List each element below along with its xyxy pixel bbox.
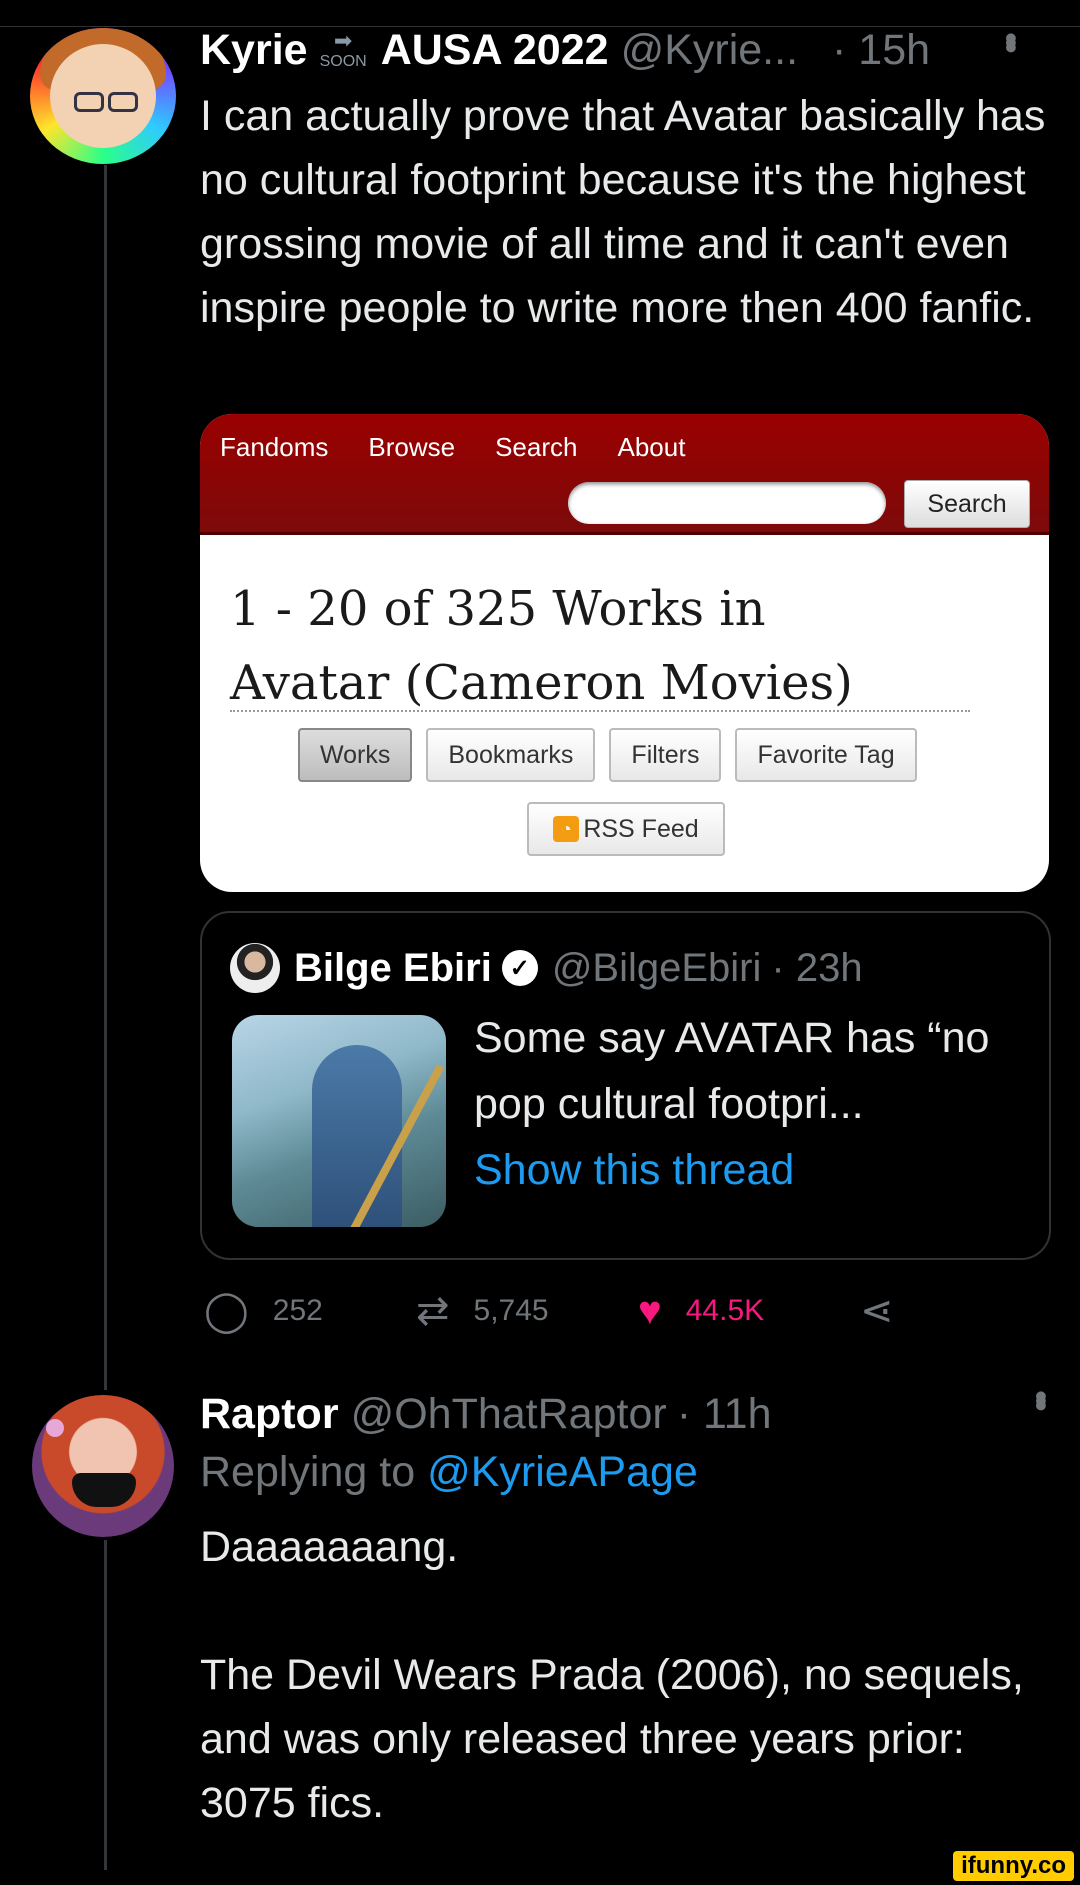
- avatar-flower: [46, 1419, 64, 1437]
- thread-connector-line: [104, 165, 107, 1390]
- heart-icon: ♥: [638, 1288, 662, 1333]
- reply-author-name[interactable]: Raptor: [200, 1390, 339, 1439]
- like-count: 44.5K: [685, 1294, 765, 1327]
- tweet-text: I can actually prove that Avatar basical…: [200, 92, 1046, 332]
- share-icon: ⋖: [860, 1289, 894, 1333]
- avatar-glasses-left: [74, 92, 104, 112]
- quoted-tweet-text-block: Some say AVATAR has “no pop cultural foo…: [474, 1005, 1034, 1203]
- tweet-timestamp[interactable]: · 15h: [832, 26, 930, 75]
- ao3-nav-fandoms: Fandoms: [220, 432, 329, 462]
- ao3-rss-label: RSS Feed: [583, 814, 699, 843]
- reply-more-icon[interactable]: •••: [1020, 1390, 1062, 1404]
- ao3-search-button: Search: [904, 480, 1030, 528]
- reply-author-handle[interactable]: @OhThatRaptor: [351, 1390, 667, 1439]
- thread-connector-line-bottom: [104, 1540, 107, 1870]
- ao3-nav: Fandoms Browse Search About: [220, 432, 685, 463]
- retweet-action[interactable]: ⇄ 5,745: [416, 1288, 638, 1334]
- quoted-tweet-text: Some say AVATAR has “no pop cultural foo…: [474, 1014, 990, 1128]
- reply-text: Daaaaaaang. The Devil Wears Prada (2006)…: [200, 1523, 1024, 1827]
- ao3-nav-browse: Browse: [368, 432, 456, 462]
- quoted-author-avatar: [230, 943, 280, 993]
- show-thread-link[interactable]: Show this thread: [474, 1137, 1034, 1203]
- author-avatar[interactable]: [30, 28, 176, 164]
- retweet-count: 5,745: [473, 1294, 549, 1327]
- avatar-glasses-right: [108, 92, 138, 112]
- ao3-works-heading: 1 - 20 of 325 Works in Avatar (Cameron M…: [230, 572, 1010, 720]
- reply-header: Raptor @OhThatRaptor · 11h: [200, 1384, 772, 1444]
- replying-to-line: Replying to @KyrieAPage: [200, 1448, 698, 1497]
- author-handle[interactable]: @Kyrie...: [621, 26, 798, 75]
- soon-badge-text: SOON: [319, 53, 367, 70]
- tweet-header: Kyrie ➡ SOON AUSA 2022 @Kyrie... · 15h: [200, 22, 930, 78]
- ao3-heading-line1: 1 - 20 of 325 Works in: [230, 581, 766, 637]
- ao3-tab-works: Works: [298, 728, 413, 782]
- ao3-rss-button: ◔ RSS Feed: [527, 802, 725, 856]
- like-action[interactable]: ♥ 44.5K: [638, 1289, 860, 1334]
- quoted-tweet[interactable]: Bilge Ebiri ✓ @BilgeEbiri · 23h Some say…: [200, 911, 1051, 1260]
- quoted-tweet-image: [232, 1015, 446, 1227]
- quoted-timestamp: · 23h: [771, 945, 863, 990]
- quoted-author-handle: @BilgeEbiri: [551, 945, 762, 990]
- verified-icon: ✓: [501, 950, 538, 986]
- reply-author-avatar[interactable]: [32, 1395, 174, 1537]
- more-icon[interactable]: •••: [990, 32, 1032, 46]
- replying-to-mention[interactable]: @KyrieAPage: [427, 1448, 698, 1496]
- author-name-suffix[interactable]: AUSA 2022: [381, 26, 609, 75]
- rss-icon: ◔: [553, 816, 580, 842]
- tweet-actions: ◯ 252 ⇄ 5,745 ♥ 44.5K ⋖: [204, 1286, 918, 1336]
- reply-icon: ◯: [204, 1289, 249, 1333]
- author-name[interactable]: Kyrie: [200, 26, 308, 75]
- ao3-search-input: [568, 482, 886, 524]
- share-action[interactable]: ⋖: [860, 1288, 918, 1334]
- ao3-tab-favorite-tag: Favorite Tag: [735, 728, 917, 782]
- ao3-nav-about: About: [617, 432, 686, 462]
- avatar-face-mask: [72, 1473, 136, 1507]
- ao3-heading-underline: [230, 710, 970, 712]
- ao3-heading-line2: Avatar (Cameron Movies): [230, 655, 853, 711]
- navi-figure: [312, 1045, 402, 1227]
- quoted-tweet-header: Bilge Ebiri ✓ @BilgeEbiri · 23h: [230, 943, 863, 993]
- ao3-tab-filters: Filters: [609, 728, 722, 782]
- ao3-nav-search: Search: [495, 432, 578, 462]
- quoted-author-name: Bilge Ebiri: [294, 945, 492, 990]
- reply-timestamp[interactable]: · 11h: [677, 1390, 772, 1439]
- reply-action[interactable]: ◯ 252: [204, 1288, 416, 1334]
- ao3-tab-bookmarks: Bookmarks: [426, 728, 596, 782]
- arrow-right-icon: ➡: [333, 28, 353, 53]
- ifunny-watermark: ifunny.co: [953, 1851, 1074, 1881]
- ao3-header-bar: Fandoms Browse Search About Search: [200, 414, 1049, 535]
- replying-to-prefix: Replying to: [200, 1448, 416, 1496]
- retweet-icon: ⇄: [416, 1289, 450, 1333]
- soon-badge: ➡ SOON: [320, 30, 367, 70]
- embedded-ao3-screenshot[interactable]: Fandoms Browse Search About Search 1 - 2…: [200, 414, 1049, 892]
- reply-count: 252: [272, 1294, 323, 1327]
- ao3-tabs: Works Bookmarks Filters Favorite Tag: [298, 728, 917, 782]
